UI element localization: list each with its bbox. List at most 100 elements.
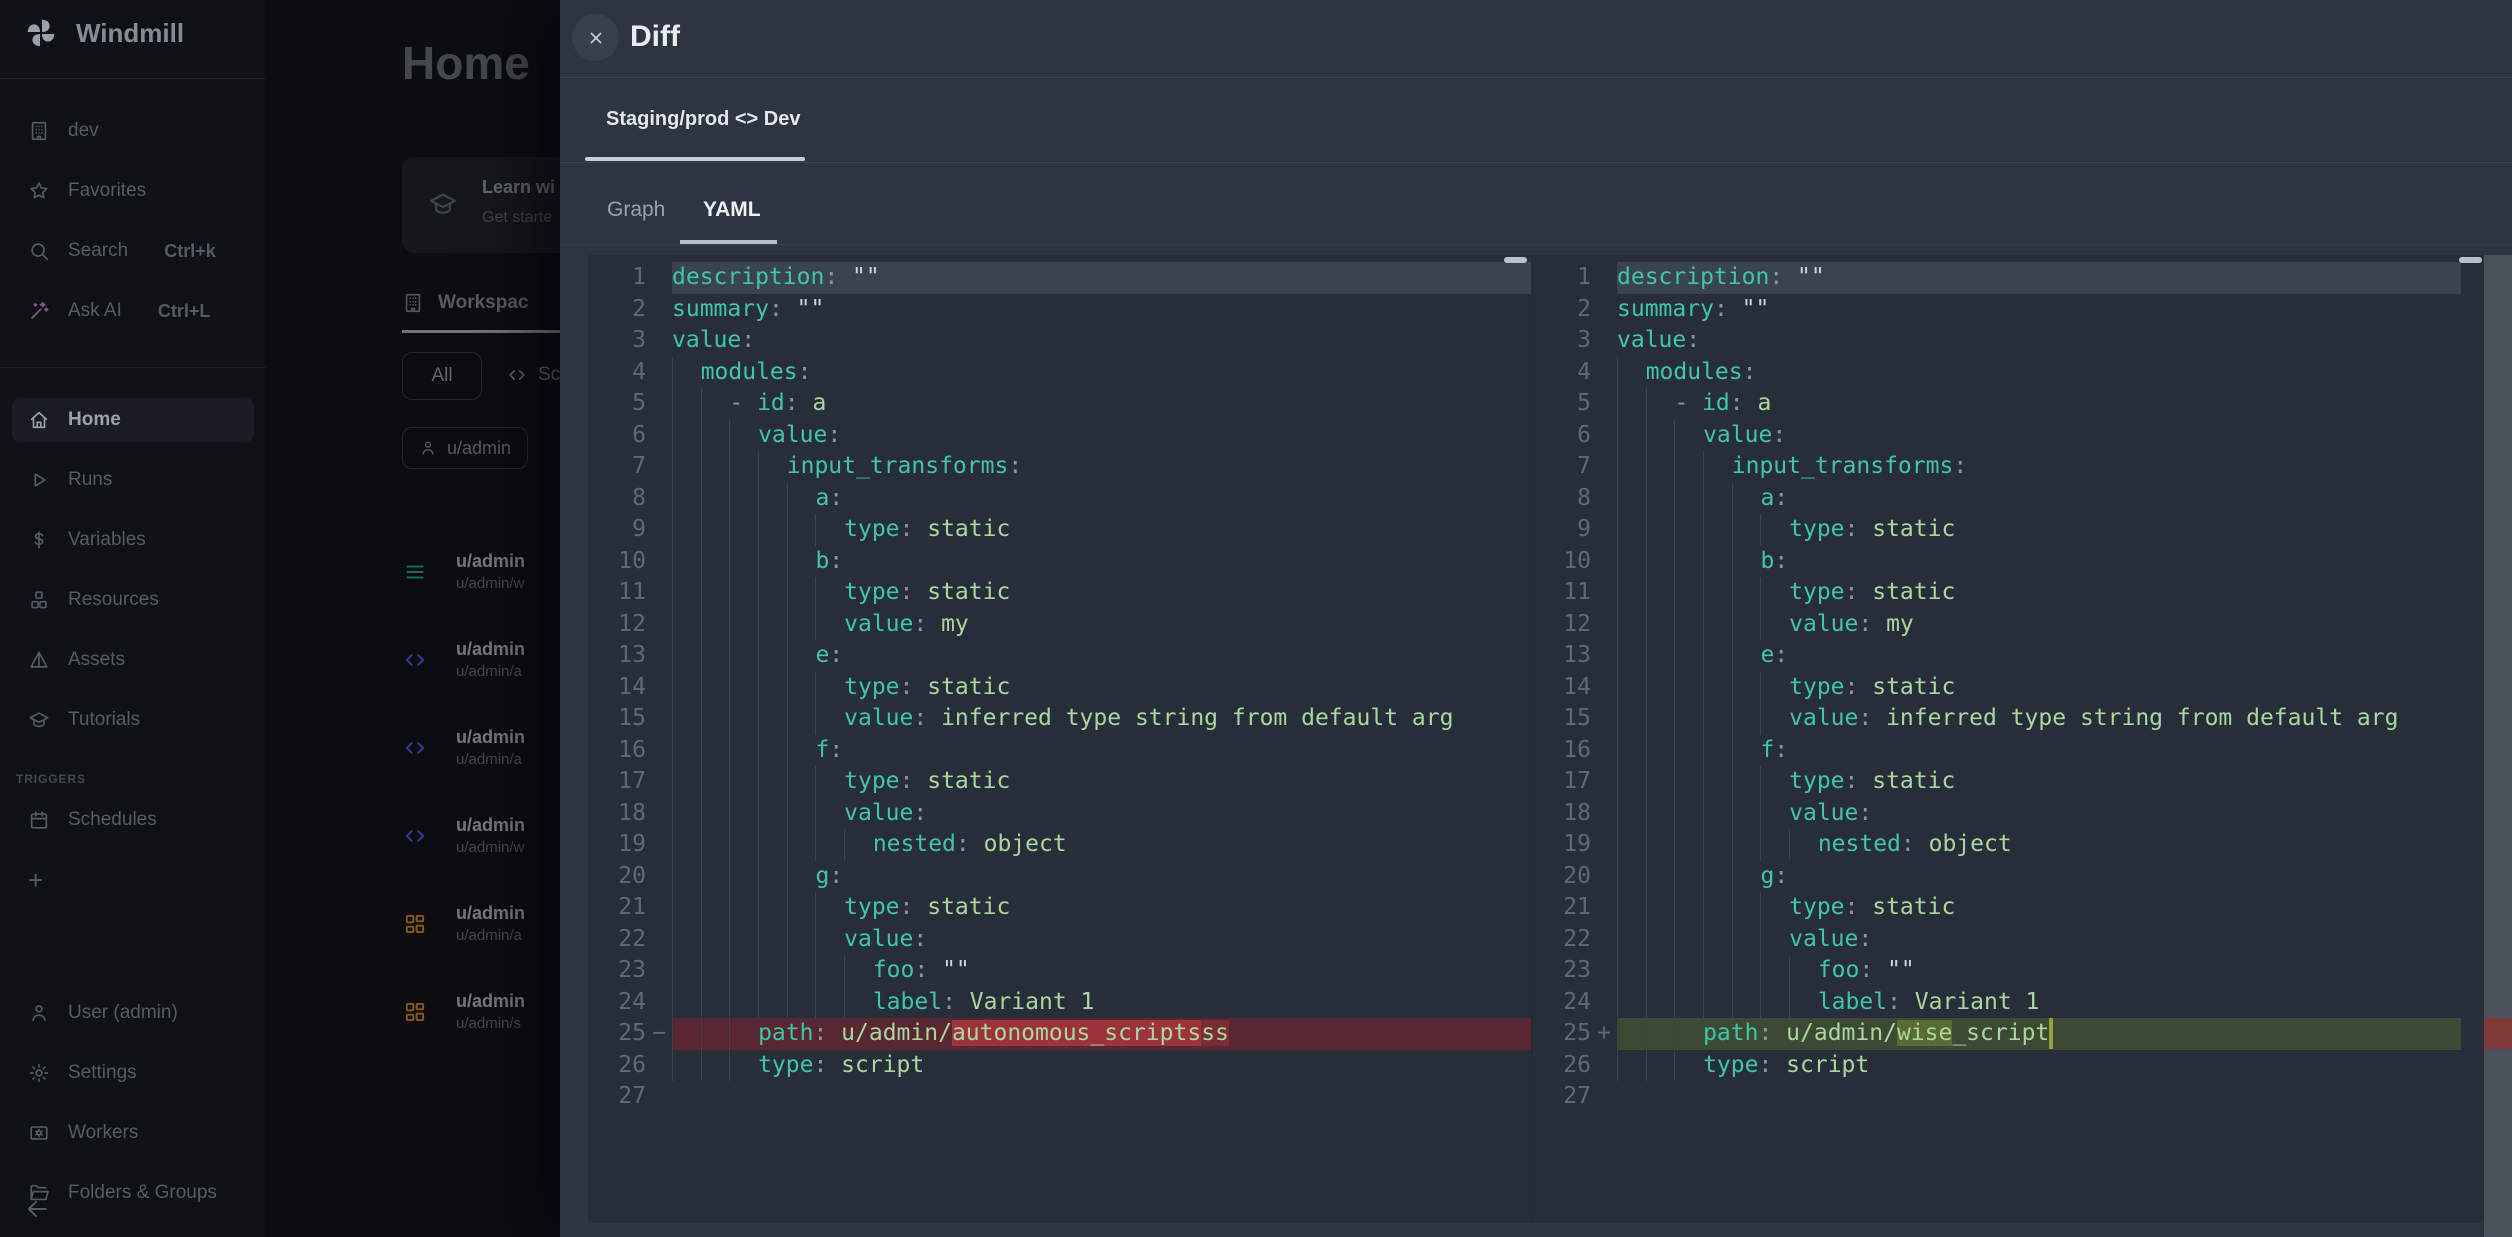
person-icon <box>28 1002 50 1024</box>
code-line: 8a: <box>1533 483 2461 515</box>
indent-guide <box>729 703 758 735</box>
line-content: value: <box>672 798 1531 830</box>
sidebar-item-schedules[interactable]: Schedules <box>0 790 266 850</box>
scrollbar-thumb[interactable] <box>2459 257 2482 263</box>
indent-guide <box>815 577 844 609</box>
code-line: 17type: static <box>588 766 1531 798</box>
code-line: 9type: static <box>1533 514 2461 546</box>
code-line: 5- id: a <box>588 388 1531 420</box>
indent-guide <box>1732 829 1761 861</box>
sidebar-item-ask-ai[interactable]: Ask AICtrl+L <box>0 281 266 341</box>
scrollbar-thumb[interactable] <box>1504 257 1527 263</box>
code-line: 21type: static <box>588 892 1531 924</box>
indent-guide <box>1703 451 1732 483</box>
indent-guide <box>1646 735 1675 767</box>
sidebar-item-user-admin[interactable]: User (admin) <box>0 983 266 1043</box>
diff-marker <box>1591 861 1617 893</box>
sidebar-item-settings[interactable]: Settings <box>0 1043 266 1103</box>
line-content: label: Variant 1 <box>672 987 1531 1019</box>
sidebar-item-favorites[interactable]: Favorites <box>0 161 266 221</box>
indent-guide <box>672 1050 701 1082</box>
item-path: u/admin/a <box>456 749 525 770</box>
indent-guide <box>1674 577 1703 609</box>
indent-guide <box>1646 766 1675 798</box>
indent-guide <box>1674 766 1703 798</box>
code-line: 25−path: u/admin/autonomous_scriptsss <box>588 1018 1531 1050</box>
indent-guide <box>758 483 787 515</box>
indent-guide <box>787 514 816 546</box>
diff-marker <box>646 294 672 326</box>
collapse-sidebar-icon[interactable] <box>24 1196 50 1222</box>
filter-scripts-label: Sc <box>538 364 560 386</box>
sidebar-item-tutorials[interactable]: Tutorials <box>0 690 266 750</box>
indent-guide <box>701 609 730 641</box>
indent-guide <box>758 640 787 672</box>
tab-staging-prod-dev[interactable]: Staging/prod <> Dev <box>606 108 800 131</box>
drawer-scrollbar[interactable] <box>2484 255 2512 1237</box>
indent-guide <box>1732 735 1761 767</box>
indent-guide <box>729 892 758 924</box>
indent-guide <box>1617 546 1646 578</box>
code-line: 15value: inferred type string from defau… <box>1533 703 2461 735</box>
diff-marker <box>646 1081 672 1113</box>
indent-guide <box>1703 577 1732 609</box>
indent-guide <box>815 987 844 1019</box>
indent-guide <box>758 672 787 704</box>
line-number: 26 <box>588 1050 646 1082</box>
indent-guide <box>1674 672 1703 704</box>
line-content: value: <box>1617 325 2461 357</box>
diff-pane-right[interactable]: 1description: ""2summary: ""3value:4modu… <box>1531 255 2484 1223</box>
code-line: 12value: my <box>1533 609 2461 641</box>
indent-guide <box>729 955 758 987</box>
sidebar-item-dev[interactable]: dev <box>0 101 266 161</box>
brand[interactable]: Windmill <box>24 16 184 50</box>
code-lines: 1description: ""2summary: ""3value:4modu… <box>588 262 1531 1113</box>
line-content: type: static <box>672 766 1531 798</box>
line-content: modules: <box>1617 357 2461 389</box>
indent-guide <box>729 577 758 609</box>
filter-scripts-button[interactable]: Sc <box>506 352 560 398</box>
diff-marker: + <box>1591 1018 1617 1050</box>
owner-filter-chip[interactable]: u/admin <box>402 427 528 469</box>
indent-guide <box>1703 546 1732 578</box>
indent-guide <box>1674 798 1703 830</box>
line-content: value: my <box>1617 609 2461 641</box>
filter-all-button[interactable]: All <box>402 352 482 400</box>
indent-guide <box>787 735 816 767</box>
sidebar-item-workers[interactable]: Workers <box>0 1103 266 1163</box>
line-content: a: <box>1617 483 2461 515</box>
indent-guide <box>672 357 701 389</box>
line-number: 7 <box>588 451 646 483</box>
tab-graph[interactable]: Graph <box>607 198 665 222</box>
line-number: 2 <box>588 294 646 326</box>
sidebar-item-variables[interactable]: Variables <box>0 510 266 570</box>
diff-pane-left[interactable]: 1description: ""2summary: ""3value:4modu… <box>588 255 1531 1223</box>
diff-marker <box>646 766 672 798</box>
indent-guide <box>1674 924 1703 956</box>
tab-workspace[interactable]: Workspac <box>402 292 528 314</box>
indent-guide <box>1674 861 1703 893</box>
indent-guide <box>844 955 873 987</box>
close-button[interactable] <box>572 14 619 61</box>
add-trigger-button[interactable]: + <box>0 850 266 910</box>
line-content: type: static <box>672 577 1531 609</box>
drawer-title: Diff <box>630 20 680 54</box>
indent-guide <box>815 924 844 956</box>
indent-guide <box>701 546 730 578</box>
indent-guide <box>1760 955 1789 987</box>
indent-guide <box>1703 861 1732 893</box>
tab-yaml[interactable]: YAML <box>703 198 761 222</box>
indent-guide <box>815 514 844 546</box>
indent-guide <box>1674 892 1703 924</box>
line-content: value: <box>1617 798 2461 830</box>
sidebar-item-resources[interactable]: Resources <box>0 570 266 630</box>
indent-guide <box>1646 924 1675 956</box>
sidebar-item-home[interactable]: Home <box>0 390 266 450</box>
building-icon <box>402 292 424 314</box>
sidebar-item-search[interactable]: SearchCtrl+k <box>0 221 266 281</box>
code-line: 10b: <box>1533 546 2461 578</box>
indent-guide <box>815 955 844 987</box>
code-line: 27 <box>1533 1081 2461 1113</box>
sidebar-item-assets[interactable]: Assets <box>0 630 266 690</box>
sidebar-item-runs[interactable]: Runs <box>0 450 266 510</box>
